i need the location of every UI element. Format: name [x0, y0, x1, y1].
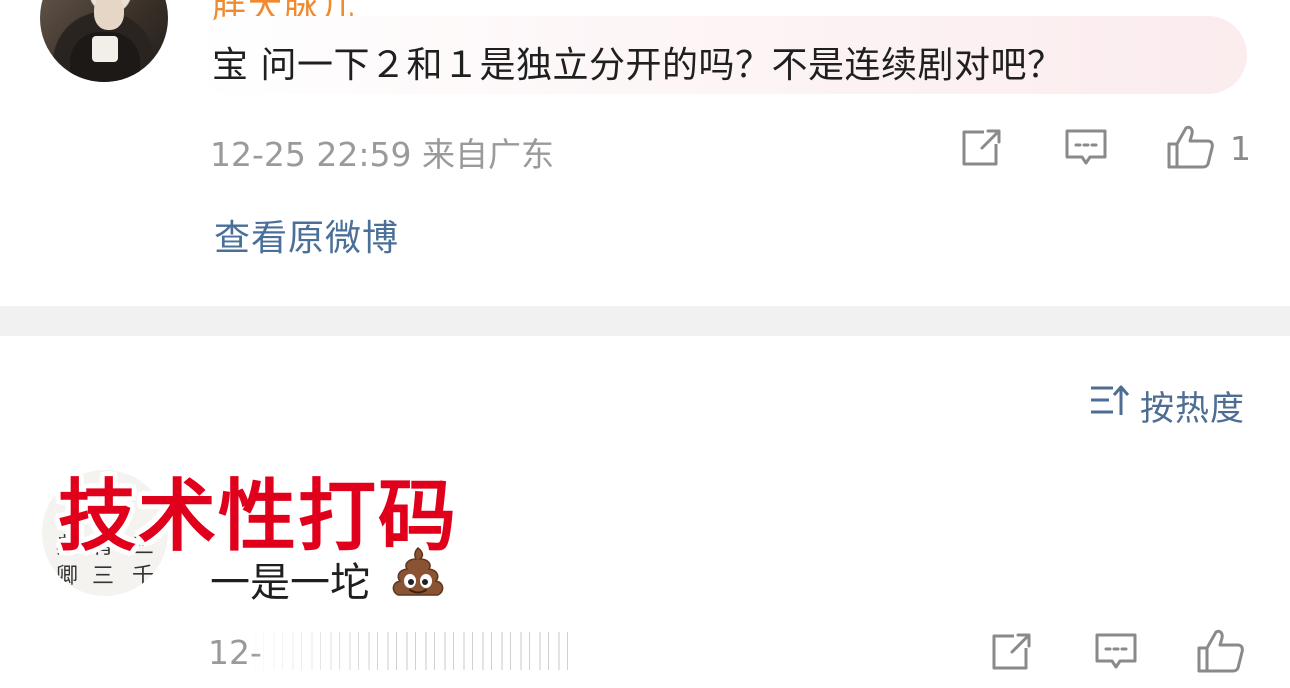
comment-meta-1: 12-25 22:59 来自广东	[210, 135, 554, 174]
avatar-figure-collar	[92, 36, 118, 62]
comment-text-1: 宝 问一下２和１是独立分开的吗？不是连续剧对吧？	[212, 45, 1064, 86]
section-divider	[0, 306, 1290, 336]
avatar-user-1[interactable]	[40, 0, 168, 82]
share-icon[interactable]	[990, 632, 1032, 672]
avatar-figure-face	[94, 0, 124, 30]
like-icon[interactable]	[1166, 124, 1216, 170]
weibo-comment-screen: 胖大脉儿 宝 问一下２和１是独立分开的吗？不是连续剧对吧？ 12-25 22:5…	[0, 0, 1290, 688]
comment-icon[interactable]	[1064, 128, 1108, 168]
like-count-1: 1	[1230, 129, 1251, 168]
sort-icon[interactable]	[1089, 384, 1129, 418]
avatar-calligraphy-char: 三	[91, 564, 114, 589]
comment-icon[interactable]	[1094, 632, 1138, 672]
poop-emoji-icon	[392, 546, 444, 596]
avatar-calligraphy-char: 千	[131, 564, 154, 589]
avatar-calligraphy-char: 卿	[55, 564, 78, 589]
like-icon[interactable]	[1196, 628, 1246, 674]
view-original-link[interactable]: 查看原微博	[214, 209, 399, 261]
share-icon[interactable]	[960, 128, 1002, 168]
meta-blur-mask	[245, 632, 575, 670]
comment-text-2: 一是一坨	[210, 560, 370, 606]
sort-by-hot-button[interactable]: 按热度	[1140, 381, 1245, 430]
